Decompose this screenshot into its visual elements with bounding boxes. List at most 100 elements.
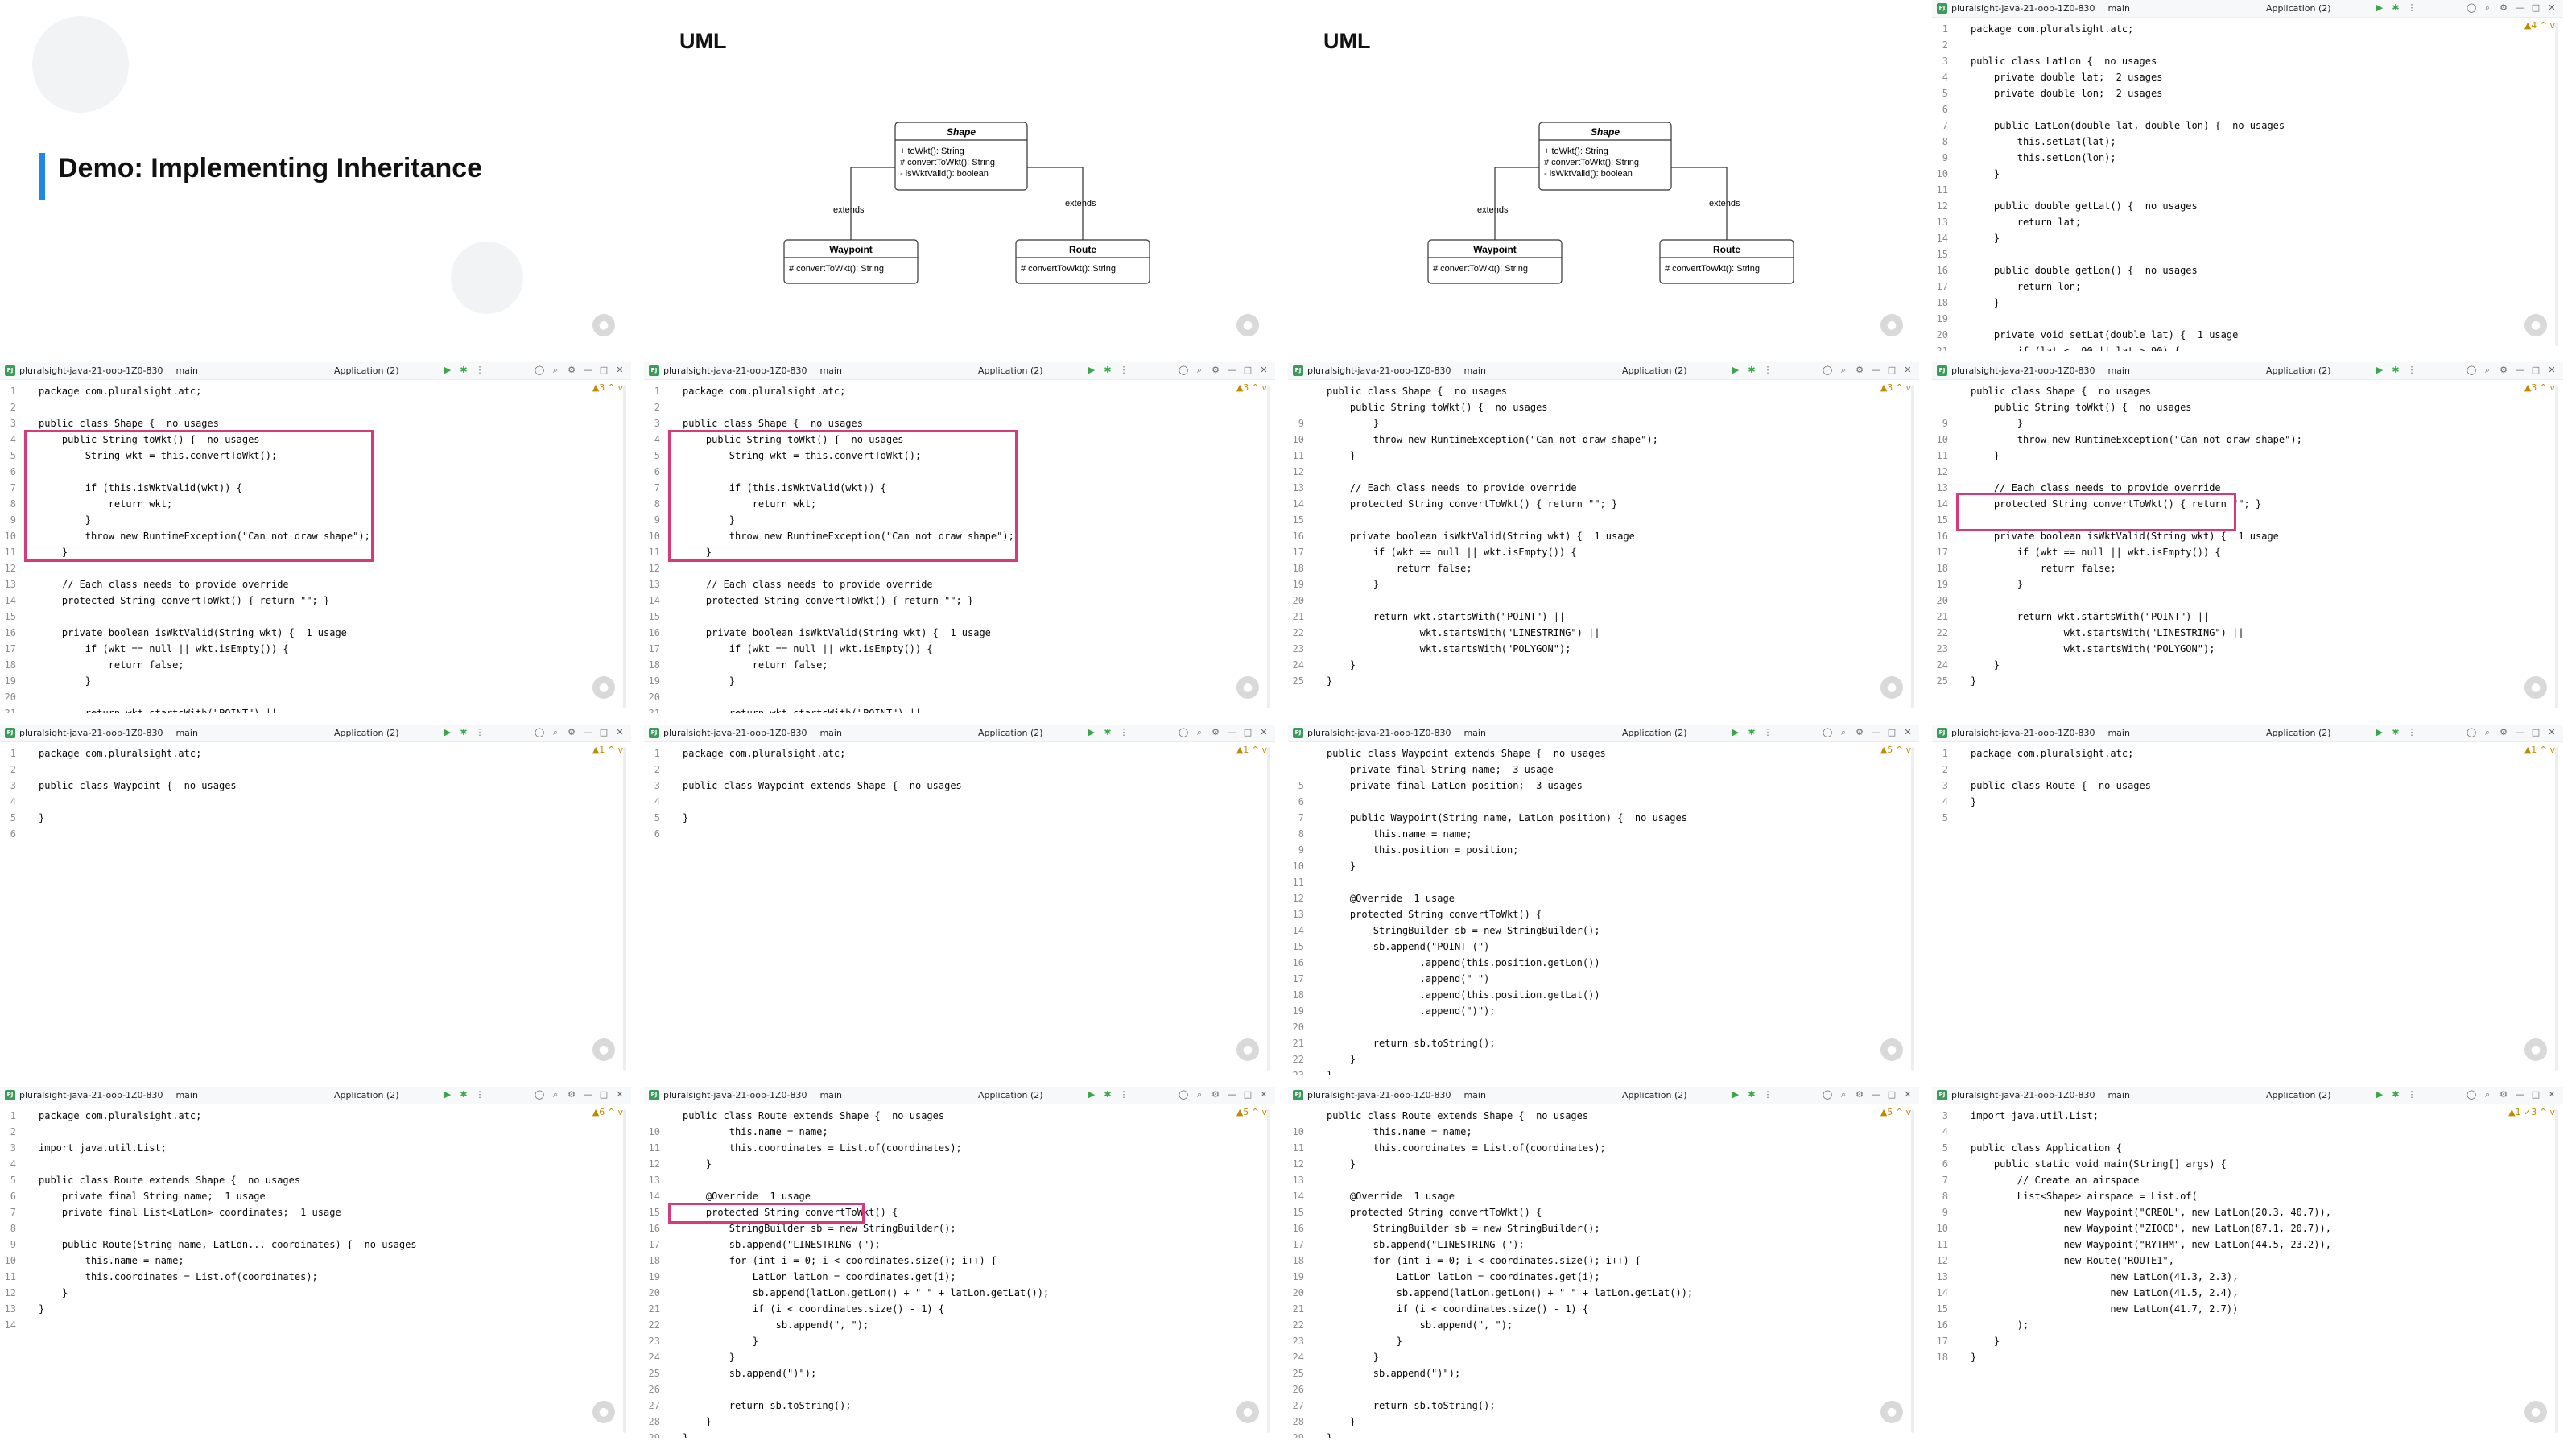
code-line[interactable]: public class Route extends Shape { no us…	[39, 1172, 300, 1188]
code-line[interactable]: sb.append(", ");	[683, 1317, 869, 1333]
code-line[interactable]: return lat;	[1971, 214, 2081, 230]
debug-icon[interactable]: ✱	[1103, 365, 1113, 375]
code-line[interactable]: // Each class needs to provide override	[1971, 480, 2221, 496]
code-line[interactable]: for (int i = 0; i < coordinates.size(); …	[1327, 1253, 1641, 1269]
user-icon[interactable]: ◯	[535, 1090, 544, 1100]
project-name[interactable]: pluralsight-java-21-oop-1Z0-830	[1951, 1090, 2095, 1100]
more-icon[interactable]: ⋮	[1119, 728, 1129, 737]
inspection-hint[interactable]: ▲5 ^ v	[1880, 1107, 1911, 1117]
code-line[interactable]: package com.pluralsight.atc;	[683, 383, 845, 399]
code-line[interactable]: throw new RuntimeException("Can not draw…	[683, 528, 1014, 544]
more-icon[interactable]: ⋮	[2407, 3, 2417, 13]
code-line[interactable]: throw new RuntimeException("Can not draw…	[39, 528, 370, 544]
more-icon[interactable]: ⋮	[2407, 728, 2417, 737]
search-icon[interactable]: ⌕	[1195, 1090, 1204, 1100]
code-line[interactable]: return false;	[39, 657, 184, 673]
project-name[interactable]: pluralsight-java-21-oop-1Z0-830	[663, 1090, 807, 1100]
code-line[interactable]: protected String convertToWkt() { return…	[1327, 496, 1617, 512]
gear-icon[interactable]: ⚙	[567, 1090, 576, 1100]
user-icon[interactable]: ◯	[1823, 1090, 1832, 1100]
debug-icon[interactable]: ✱	[1747, 365, 1757, 375]
code-line[interactable]: return sb.toString();	[1327, 1397, 1496, 1414]
search-icon[interactable]: ⌕	[1195, 728, 1204, 737]
code-line[interactable]: public class Waypoint { no usages	[39, 778, 237, 794]
scrollbar[interactable]	[2555, 385, 2558, 708]
window-max-icon[interactable]: □	[1887, 1090, 1897, 1100]
scrollbar[interactable]	[1267, 385, 1270, 708]
search-icon[interactable]: ⌕	[1839, 365, 1848, 375]
scrollbar[interactable]	[2555, 747, 2558, 1071]
run-config-select[interactable]: Application (2)	[1622, 365, 1687, 376]
code-line[interactable]: return sb.toString();	[1327, 1035, 1496, 1051]
code-line[interactable]: return wkt.startsWith("POINT") ||	[39, 705, 277, 713]
code-editor[interactable]: ▲1 ✓3 ^ v 3 import java.util.List; 4 5 public…	[1932, 1104, 2563, 1438]
code-line[interactable]: }	[1971, 673, 1976, 689]
run-config-select[interactable]: Application (2)	[2266, 728, 2331, 738]
project-name[interactable]: pluralsight-java-21-oop-1Z0-830	[1951, 365, 2095, 376]
window-min-icon[interactable]: —	[2515, 1090, 2524, 1100]
window-min-icon[interactable]: —	[583, 1090, 592, 1100]
gear-icon[interactable]: ⚙	[1211, 365, 1220, 375]
run-icon[interactable]: ▶	[1731, 1090, 1740, 1100]
project-name[interactable]: pluralsight-java-21-oop-1Z0-830	[663, 728, 807, 738]
more-icon[interactable]: ⋮	[1763, 728, 1773, 737]
code-line[interactable]: public Route(String name, LatLon... coor…	[39, 1236, 417, 1253]
code-line[interactable]: }	[39, 1285, 68, 1301]
code-line[interactable]: this.name = name;	[1327, 1124, 1472, 1140]
inspection-hint[interactable]: ▲3 ^ v	[1880, 382, 1911, 393]
branch-name[interactable]: main	[175, 365, 197, 376]
code-line[interactable]: }	[683, 512, 735, 528]
code-line[interactable]: }	[1327, 1430, 1332, 1438]
more-icon[interactable]: ⋮	[1763, 1090, 1773, 1100]
window-max-icon[interactable]: □	[1243, 365, 1253, 375]
code-line[interactable]: }	[1327, 1051, 1356, 1067]
close-icon[interactable]: ✕	[2547, 3, 2557, 13]
code-line[interactable]: public class Route extends Shape { no us…	[1327, 1108, 1588, 1124]
code-line[interactable]: }	[683, 1414, 712, 1430]
more-icon[interactable]: ⋮	[2407, 365, 2417, 375]
code-editor[interactable]: ▲6 ^ v 1 package com.pluralsight.atc; 2 3 imp…	[0, 1104, 631, 1438]
code-line[interactable]: public class Shape { no usages	[683, 415, 863, 431]
code-line[interactable]: return wkt.startsWith("POINT") ||	[1971, 609, 2209, 625]
gear-icon[interactable]: ⚙	[567, 728, 576, 737]
inspection-hint[interactable]: ▲3 ^ v	[592, 382, 623, 393]
code-line[interactable]: protected String convertToWkt() {	[1327, 1204, 1542, 1220]
branch-name[interactable]: main	[2107, 3, 2129, 14]
user-icon[interactable]: ◯	[2467, 1090, 2476, 1100]
run-config-select[interactable]: Application (2)	[334, 1090, 399, 1100]
code-line[interactable]: protected String convertToWkt() { return…	[1971, 496, 2261, 512]
code-line[interactable]: wkt.startsWith("POLYGON");	[1971, 641, 2215, 657]
code-line[interactable]: public String toWkt() { no usages	[1971, 399, 2192, 415]
window-max-icon[interactable]: □	[1243, 1090, 1253, 1100]
code-line[interactable]: );	[1971, 1317, 2029, 1333]
scrollbar[interactable]	[623, 385, 626, 708]
search-icon[interactable]: ⌕	[2483, 3, 2492, 13]
code-line[interactable]: // Each class needs to provide override	[1327, 480, 1577, 496]
close-icon[interactable]: ✕	[1903, 728, 1913, 737]
debug-icon[interactable]: ✱	[1103, 728, 1113, 737]
run-config-select[interactable]: Application (2)	[2266, 3, 2331, 14]
code-line[interactable]: package com.pluralsight.atc;	[1971, 745, 2133, 762]
code-line[interactable]: package com.pluralsight.atc;	[39, 383, 201, 399]
search-icon[interactable]: ⌕	[1839, 728, 1848, 737]
code-editor[interactable]: ▲1 ^ v 1 package com.pluralsight.atc; 2 3 pub…	[0, 742, 631, 1075]
debug-icon[interactable]: ✱	[459, 728, 469, 737]
code-line[interactable]: if (wkt == null || wkt.isEmpty()) {	[39, 641, 289, 657]
code-line[interactable]: public class Application {	[1971, 1140, 2122, 1156]
search-icon[interactable]: ⌕	[2483, 365, 2492, 375]
code-line[interactable]: }	[683, 544, 712, 560]
debug-icon[interactable]: ✱	[459, 365, 469, 375]
code-line[interactable]: }	[1327, 415, 1379, 431]
user-icon[interactable]: ◯	[535, 728, 544, 737]
window-max-icon[interactable]: □	[2531, 1090, 2541, 1100]
more-icon[interactable]: ⋮	[475, 728, 485, 737]
code-line[interactable]: public class Shape { no usages	[1971, 383, 2151, 399]
code-line[interactable]: }	[1971, 415, 2023, 431]
code-line[interactable]: public String toWkt() { no usages	[1327, 399, 1548, 415]
window-min-icon[interactable]: —	[2515, 365, 2524, 375]
code-line[interactable]: if (this.isWktValid(wkt)) {	[683, 480, 886, 496]
run-config-select[interactable]: Application (2)	[978, 728, 1043, 738]
close-icon[interactable]: ✕	[1259, 365, 1269, 375]
code-editor[interactable]: ▲3 ^ v 1 package com.pluralsight.atc; 2 3 pub…	[0, 380, 631, 713]
close-icon[interactable]: ✕	[615, 1090, 625, 1100]
